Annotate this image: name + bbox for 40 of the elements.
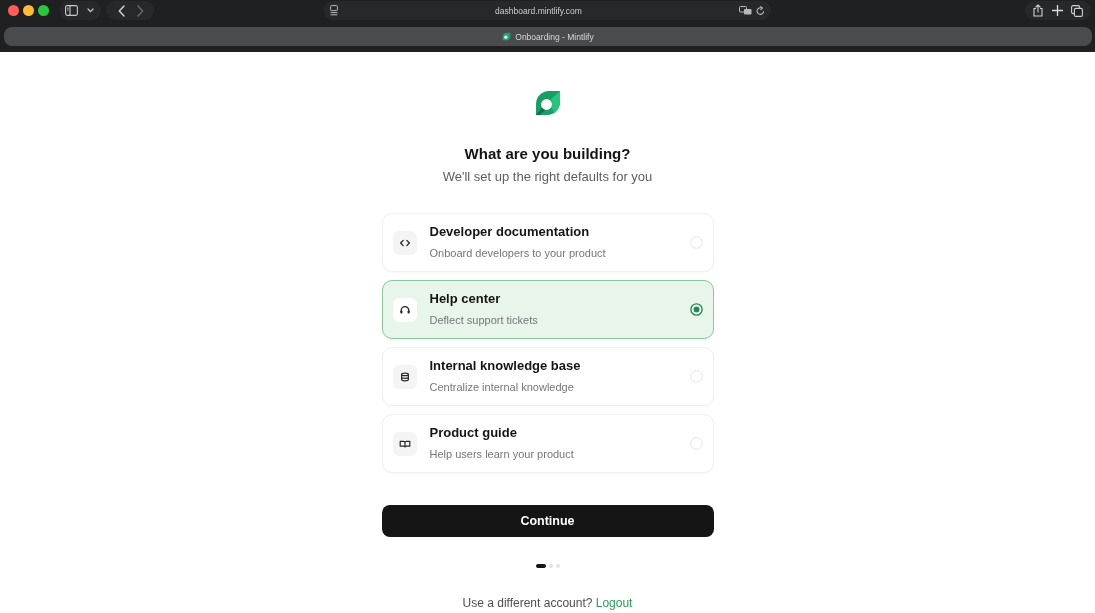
sidebar-icon xyxy=(65,5,78,16)
option-card[interactable]: Help center Deflect support tickets xyxy=(381,280,714,339)
forward-icon[interactable] xyxy=(137,4,144,17)
minimize-window-button[interactable] xyxy=(23,5,34,16)
zoom-window-button[interactable] xyxy=(38,5,49,16)
sidebar-button[interactable] xyxy=(60,1,101,20)
tabs-overview-icon[interactable] xyxy=(1071,4,1083,17)
option-description: Onboard developers to your product xyxy=(429,246,607,261)
favicon-icon xyxy=(502,32,512,41)
code-icon xyxy=(392,230,417,255)
logo-icon xyxy=(533,89,562,117)
share-icon[interactable] xyxy=(1033,4,1043,17)
page-subtitle: We'll set up the right defaults for you xyxy=(442,168,653,186)
page-title: What are you building? xyxy=(464,144,631,164)
option-title: Help center xyxy=(429,291,502,307)
account-prompt: Use a different account? Logout xyxy=(462,595,633,612)
reload-icon[interactable] xyxy=(756,5,765,16)
new-tab-icon[interactable] xyxy=(1051,5,1063,16)
headphones-icon xyxy=(392,297,417,322)
translate-icon xyxy=(739,6,752,15)
option-description: Centralize internal knowledge xyxy=(429,380,575,395)
option-description: Help users learn your product xyxy=(429,447,575,462)
option-card[interactable]: Developer documentation Onboard developers to your product xyxy=(381,213,714,272)
reader-icon xyxy=(330,5,338,16)
chevron-down-icon xyxy=(87,8,94,13)
back-icon[interactable] xyxy=(118,4,125,17)
database-icon xyxy=(392,364,417,389)
book-icon xyxy=(392,431,417,456)
logout-link[interactable]: Logout xyxy=(595,596,633,610)
option-description: Deflect support tickets xyxy=(429,313,539,328)
browser-tab[interactable]: Onboarding - Mintlify xyxy=(4,27,1092,46)
option-title: Product guide xyxy=(429,425,518,441)
close-window-button[interactable] xyxy=(8,5,19,16)
option-title: Internal knowledge base xyxy=(429,358,582,374)
option-card[interactable]: Product guide Help users learn your product xyxy=(381,414,714,473)
option-card[interactable]: Internal knowledge base Centralize internal knowledge xyxy=(381,347,714,406)
option-title: Developer documentation xyxy=(429,224,591,240)
continue-button[interactable]: Continue xyxy=(381,505,714,537)
address-bar[interactable]: dashboard.mintlify.com xyxy=(324,1,771,20)
radio-button[interactable] xyxy=(689,303,703,316)
